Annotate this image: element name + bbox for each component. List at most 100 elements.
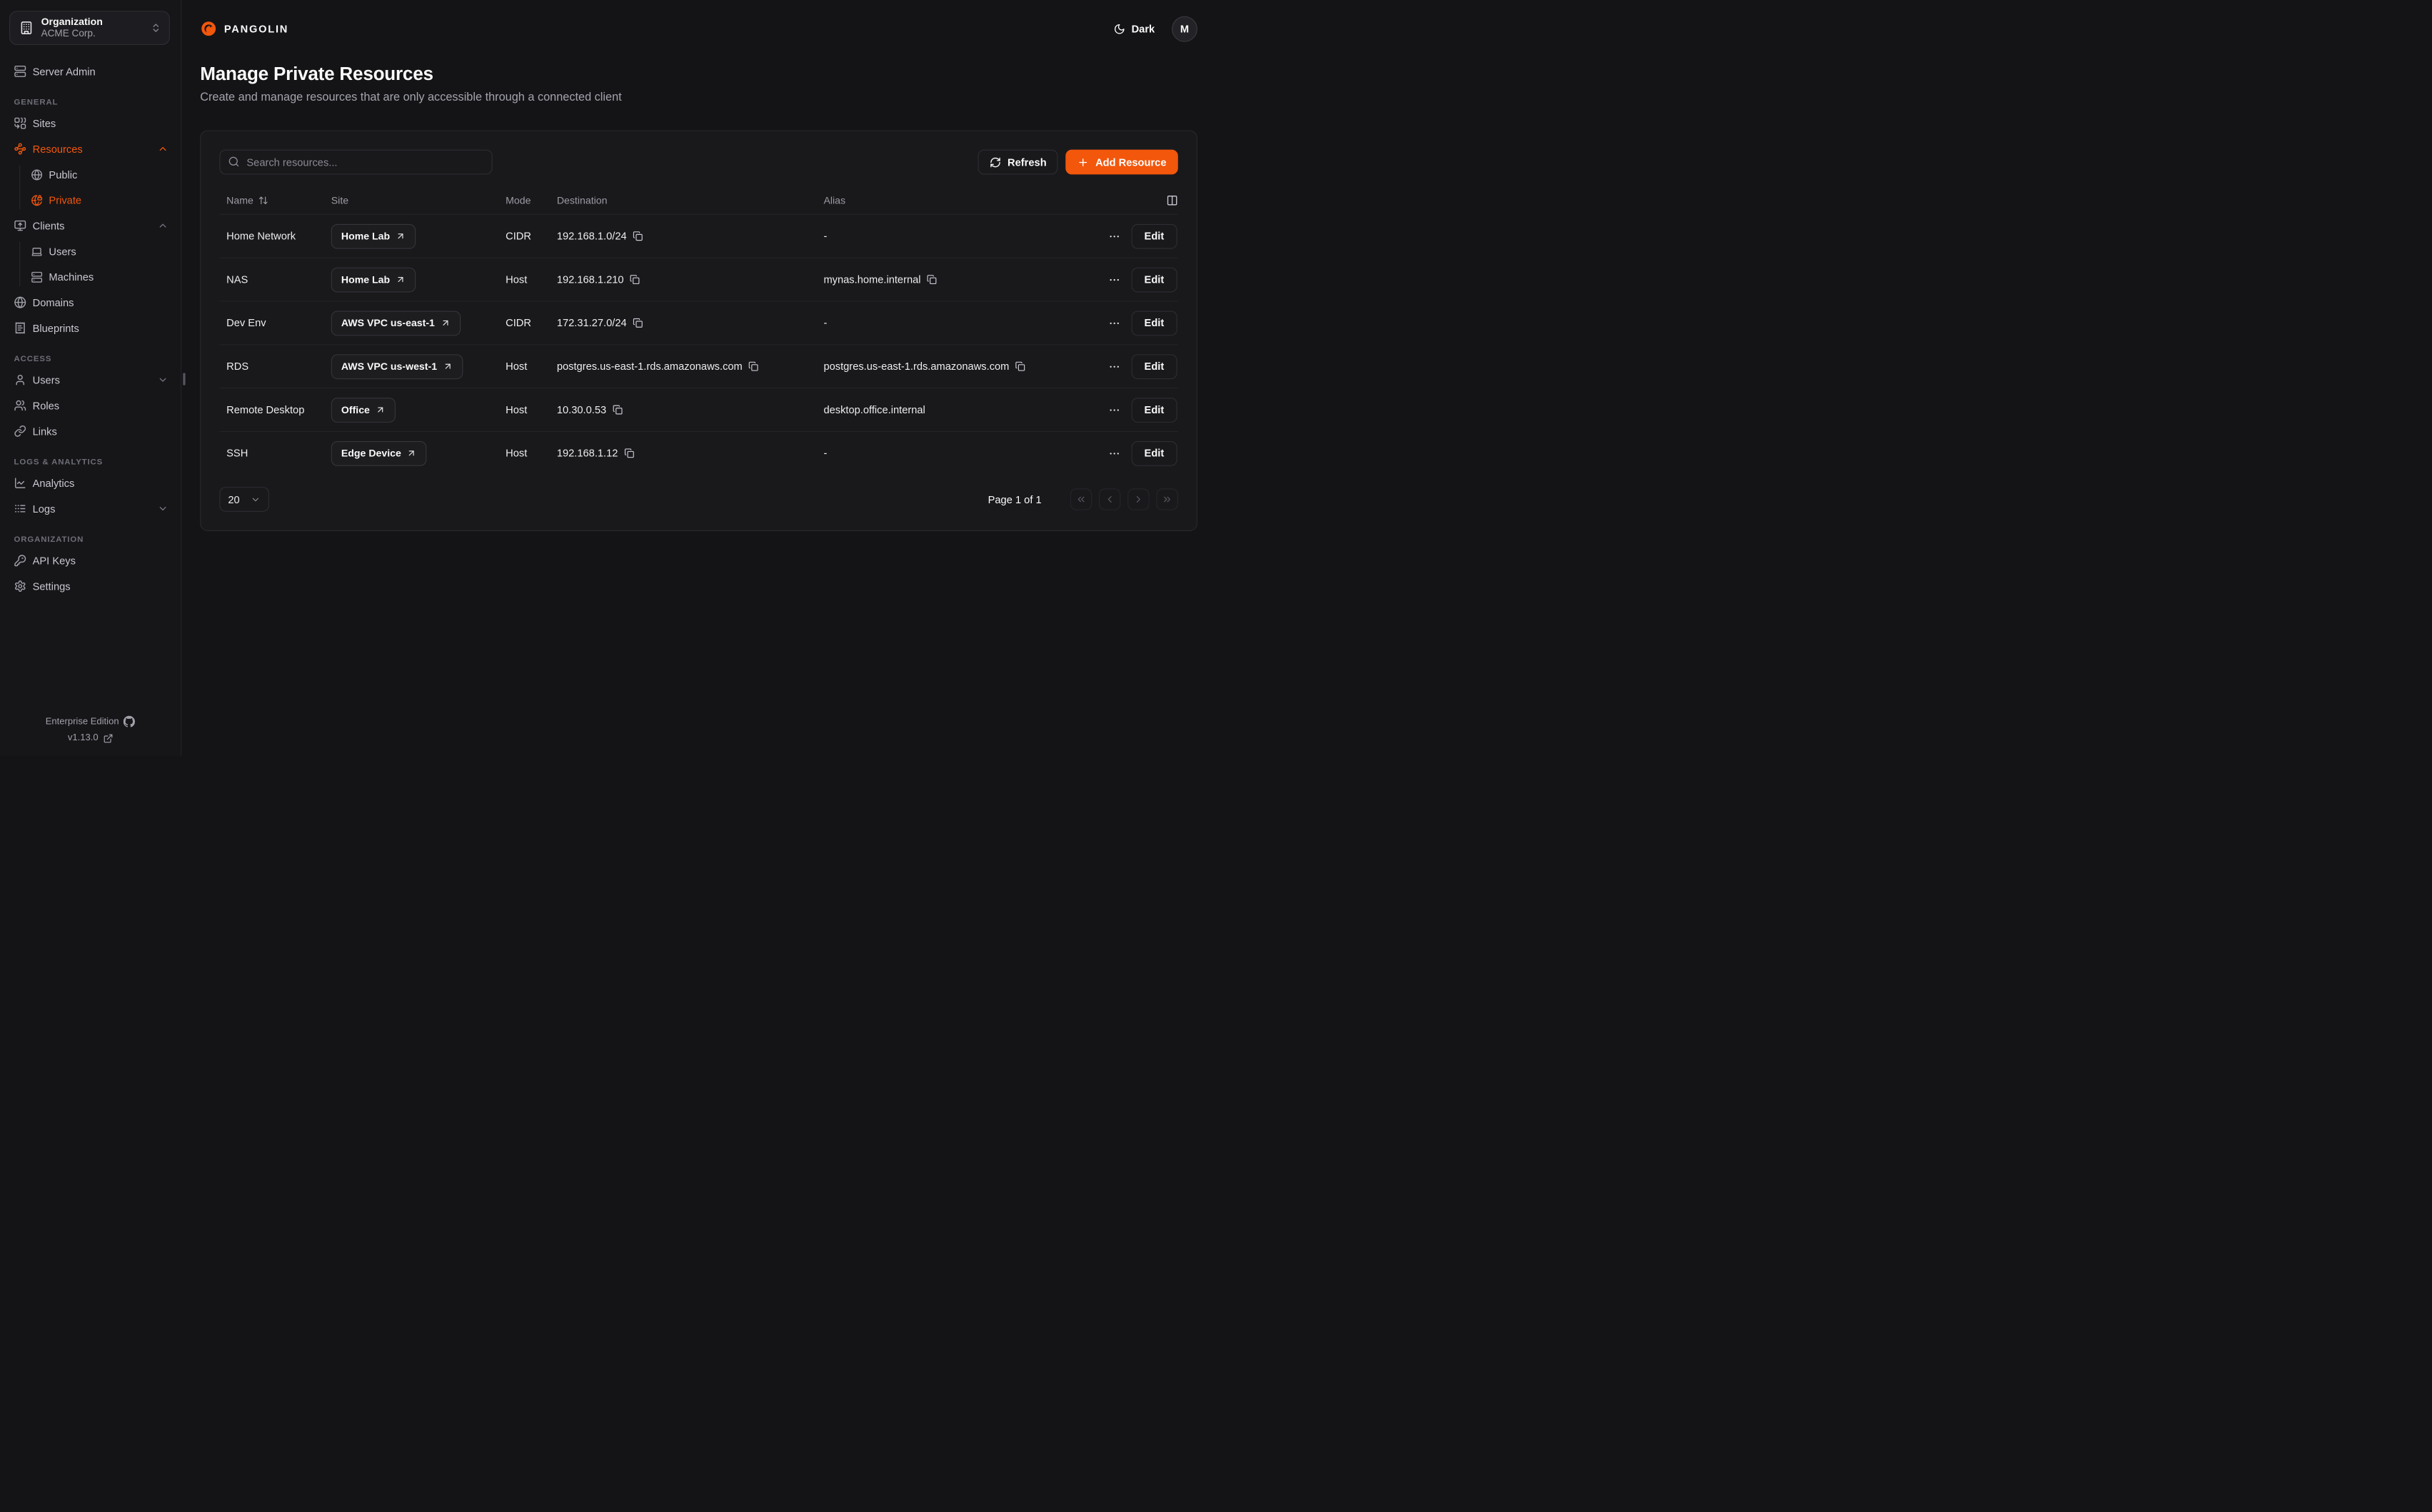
globe-icon	[14, 296, 26, 308]
edit-button[interactable]: Edit	[1131, 223, 1177, 248]
resource-name: Dev Env	[219, 317, 331, 328]
copy-icon	[633, 318, 643, 328]
table-row: Home Network Home Lab CIDR 192.168.1.0/2…	[219, 214, 1177, 258]
first-page-button[interactable]	[1070, 488, 1092, 510]
copy-destination-button[interactable]	[613, 405, 623, 415]
page-size-select[interactable]: 20	[219, 487, 269, 512]
table-toolbar: Refresh Add Resource	[219, 150, 1177, 175]
section-title-access: ACCESS	[14, 354, 169, 363]
site-link[interactable]: Home Lab	[331, 223, 416, 248]
sidebar-item-roles[interactable]: Roles	[14, 396, 169, 415]
site-link[interactable]: Edge Device	[331, 440, 427, 465]
site-link[interactable]: Home Lab	[331, 267, 416, 292]
columns-toggle-button[interactable]	[1166, 195, 1177, 206]
row-more-button[interactable]	[1107, 273, 1120, 286]
sidebar-item-domains[interactable]: Domains	[14, 293, 169, 312]
globe-lock-icon	[31, 194, 42, 206]
ellipsis-icon	[1107, 360, 1120, 372]
sort-icon	[258, 196, 268, 206]
sidebar-item-sites[interactable]: Sites	[14, 114, 169, 133]
version-link[interactable]: v1.13.0	[0, 730, 181, 746]
pangolin-logo-icon	[200, 20, 217, 37]
sidebar-item-blueprints[interactable]: Blueprints	[14, 318, 169, 337]
row-more-button[interactable]	[1107, 317, 1120, 329]
arrow-up-right-icon	[441, 318, 451, 328]
sidebar-item-resources[interactable]: Resources	[14, 139, 169, 158]
copy-destination-button[interactable]	[630, 274, 640, 284]
row-more-button[interactable]	[1107, 403, 1120, 415]
row-more-button[interactable]	[1107, 447, 1120, 459]
copy-destination-button[interactable]	[633, 231, 643, 241]
sidebar-item-server-admin[interactable]: Server Admin	[14, 62, 169, 81]
chevrons-up-down-icon	[151, 22, 161, 33]
sidebar-item-public[interactable]: Public	[31, 165, 168, 183]
sidebar-item-label: Links	[33, 425, 57, 437]
sidebar-item-logs[interactable]: Logs	[14, 499, 169, 518]
sidebar-item-api-keys[interactable]: API Keys	[14, 551, 169, 570]
avatar-initial: M	[1180, 23, 1189, 34]
sidebar-item-label: Sites	[33, 118, 56, 129]
avatar[interactable]: M	[1172, 16, 1197, 41]
page-subtitle: Create and manage resources that are onl…	[200, 91, 1197, 104]
sidebar-item-label: API Keys	[33, 555, 76, 566]
laptop-icon	[31, 246, 42, 257]
resource-name: Remote Desktop	[219, 404, 331, 415]
edit-button[interactable]: Edit	[1131, 354, 1177, 379]
site-link[interactable]: Office	[331, 398, 396, 423]
edition-link[interactable]: Enterprise Edition	[0, 713, 181, 730]
theme-toggle[interactable]: Dark	[1114, 23, 1155, 34]
brand-logo[interactable]: PANGOLIN	[200, 20, 288, 37]
sidebar-item-clients[interactable]: Clients	[14, 216, 169, 235]
sidebar-item-analytics[interactable]: Analytics	[14, 474, 169, 493]
version-label: v1.13.0	[68, 730, 99, 746]
copy-icon	[1015, 361, 1025, 371]
sidebar-item-private[interactable]: Private	[31, 191, 168, 209]
copy-destination-button[interactable]	[748, 361, 758, 371]
site-link[interactable]: AWS VPC us-east-1	[331, 311, 461, 336]
previous-page-button[interactable]	[1099, 488, 1120, 510]
table-row: RDS AWS VPC us-west-1 Host postgres.us-e…	[219, 344, 1177, 388]
sidebar-item-machines[interactable]: Machines	[31, 268, 168, 286]
resource-destination: 10.30.0.53	[557, 404, 606, 415]
chevron-down-icon	[157, 375, 168, 385]
org-switcher[interactable]: Organization ACME Corp.	[9, 11, 170, 45]
last-page-button[interactable]	[1156, 488, 1177, 510]
refresh-button[interactable]: Refresh	[978, 150, 1058, 175]
resource-name: SSH	[219, 448, 331, 459]
copy-destination-button[interactable]	[624, 448, 634, 458]
copy-alias-button[interactable]	[1015, 361, 1025, 371]
edit-button[interactable]: Edit	[1131, 311, 1177, 336]
edit-button[interactable]: Edit	[1131, 440, 1177, 465]
sidebar-item-users[interactable]: Users	[14, 371, 169, 389]
search-input[interactable]	[219, 150, 492, 175]
site-link[interactable]: AWS VPC us-west-1	[331, 354, 463, 379]
edition-label: Enterprise Edition	[46, 713, 119, 730]
gear-icon	[14, 580, 26, 592]
waypoints-icon	[14, 143, 26, 155]
key-icon	[14, 555, 26, 567]
row-more-button[interactable]	[1107, 360, 1120, 372]
add-resource-button[interactable]: Add Resource	[1066, 150, 1178, 175]
arrow-up-right-icon	[406, 448, 416, 458]
sidebar-item-settings[interactable]: Settings	[14, 577, 169, 595]
sites-icon	[14, 117, 26, 129]
receipt-text-icon	[14, 322, 26, 334]
edit-button[interactable]: Edit	[1131, 398, 1177, 423]
sidebar-item-label: Settings	[33, 580, 71, 592]
chevron-down-icon	[251, 494, 261, 504]
monitor-up-icon	[14, 219, 26, 231]
column-header-destination: Destination	[557, 195, 824, 206]
row-more-button[interactable]	[1107, 230, 1120, 242]
user-icon	[14, 374, 26, 386]
sort-by-name[interactable]: Name	[226, 195, 268, 206]
sidebar-item-client-users[interactable]: Users	[31, 242, 168, 261]
column-header-alias: Alias	[823, 195, 1078, 206]
copy-alias-button[interactable]	[927, 274, 937, 284]
copy-destination-button[interactable]	[633, 318, 643, 328]
sidebar-item-links[interactable]: Links	[14, 422, 169, 440]
logs-icon	[14, 503, 26, 515]
resource-destination: 172.31.27.0/24	[557, 317, 627, 328]
sidebar-item-label: Analytics	[33, 477, 75, 488]
edit-button[interactable]: Edit	[1131, 267, 1177, 292]
next-page-button[interactable]	[1127, 488, 1149, 510]
